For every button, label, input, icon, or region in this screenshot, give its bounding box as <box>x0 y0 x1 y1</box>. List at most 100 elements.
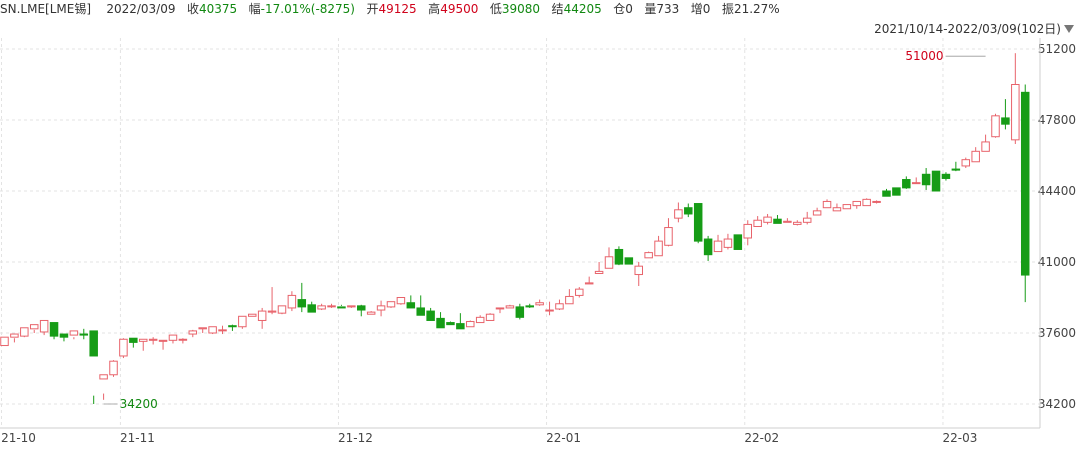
candle-down <box>703 238 713 256</box>
candle-up <box>198 327 207 330</box>
y-tick-label: 37600 <box>1038 326 1076 340</box>
candle-up <box>188 330 198 335</box>
candle-up <box>575 288 584 296</box>
candle-up <box>763 216 772 223</box>
candle-up <box>802 217 812 223</box>
candle-down <box>614 248 624 265</box>
candle-up <box>376 305 386 311</box>
candle-down <box>426 310 435 321</box>
candle-up <box>654 240 663 257</box>
candle-down <box>515 306 525 318</box>
candle-up <box>386 301 396 308</box>
candle-down <box>624 257 634 265</box>
candle-down <box>456 323 465 330</box>
candle-down <box>79 333 89 336</box>
candle-up <box>485 313 495 321</box>
candle-up <box>1011 84 1020 141</box>
candle-up <box>257 310 267 321</box>
candle-up <box>872 200 881 203</box>
candle-down <box>297 299 307 308</box>
x-tick-label: 22-02 <box>744 431 779 445</box>
candle-up <box>753 219 762 227</box>
candle-up <box>148 338 158 341</box>
candle-down <box>446 322 455 326</box>
candle-up <box>783 220 792 223</box>
candle-up <box>69 330 79 336</box>
y-tick-label: 47800 <box>1038 113 1076 127</box>
candle-up <box>565 295 574 305</box>
candle-down <box>357 305 366 311</box>
candle-down <box>951 168 961 171</box>
candle-up <box>832 207 842 212</box>
candle-up <box>664 227 673 246</box>
candle-down <box>406 302 416 309</box>
candle-up <box>168 334 178 341</box>
candle-up <box>0 336 9 347</box>
candle-up <box>911 182 921 185</box>
candle-up <box>277 305 287 314</box>
candle-up <box>505 305 515 309</box>
candle-down <box>921 173 931 186</box>
candle-up <box>287 294 297 309</box>
candle-up <box>793 221 802 225</box>
candle-down <box>228 325 237 328</box>
candle-down <box>882 190 891 197</box>
candle-up <box>29 324 39 330</box>
candle-up <box>634 265 643 276</box>
candle-up <box>366 311 376 315</box>
candlestick-chart[interactable]: 34200 37600 41000 44400 47800 51200 21-10 21-11… <box>0 0 1080 449</box>
candle-up <box>267 310 277 313</box>
candle-up <box>119 338 128 357</box>
y-tick-label: 44400 <box>1038 184 1076 198</box>
candle-up <box>218 329 227 332</box>
candle-up <box>158 339 168 342</box>
candle-up <box>852 200 862 207</box>
candle-up <box>604 256 614 269</box>
candle-up <box>743 223 752 239</box>
candle-up <box>396 297 406 305</box>
candle-up <box>208 326 217 334</box>
candle-up <box>991 115 1000 138</box>
candle-up <box>723 238 733 248</box>
candle-down <box>89 330 98 357</box>
candle-up <box>812 210 822 216</box>
candle-up <box>109 360 118 376</box>
candle-up <box>20 327 29 337</box>
x-tick-label: 21-10 <box>1 431 36 445</box>
candle-up <box>535 302 544 306</box>
x-tick-label: 22-01 <box>546 431 581 445</box>
candle-down <box>416 307 425 316</box>
candle-down <box>693 203 703 242</box>
x-tick-label: 21-11 <box>120 431 155 445</box>
candle-up <box>317 305 326 310</box>
candle-up <box>842 204 852 210</box>
x-tick-label: 22-03 <box>943 431 978 445</box>
candle-up <box>674 209 683 219</box>
candle-up <box>248 313 257 317</box>
candle-up <box>495 307 505 310</box>
candle-up <box>713 240 723 253</box>
candle-up <box>594 270 604 274</box>
candle-up <box>347 305 356 308</box>
candle-up <box>584 282 594 285</box>
x-tick-label: 21-12 <box>338 431 373 445</box>
candle-up <box>971 150 980 163</box>
candle-down <box>59 333 69 338</box>
candle-down <box>307 304 316 313</box>
candle-down <box>902 179 911 189</box>
candle-up <box>327 305 336 308</box>
candle-up <box>238 315 247 328</box>
candle-up <box>475 316 485 324</box>
candle-down <box>49 322 59 337</box>
candle-up <box>961 159 971 167</box>
candle-down <box>941 173 951 179</box>
y-tick-label: 51200 <box>1038 42 1076 56</box>
candle-up <box>862 198 871 207</box>
candle-down <box>773 218 782 224</box>
candle-up <box>822 200 832 209</box>
candle-down <box>733 234 743 250</box>
candle-up <box>138 338 148 342</box>
candle-down <box>1020 91 1030 276</box>
candle-up <box>466 321 475 328</box>
candle-up <box>10 333 19 338</box>
